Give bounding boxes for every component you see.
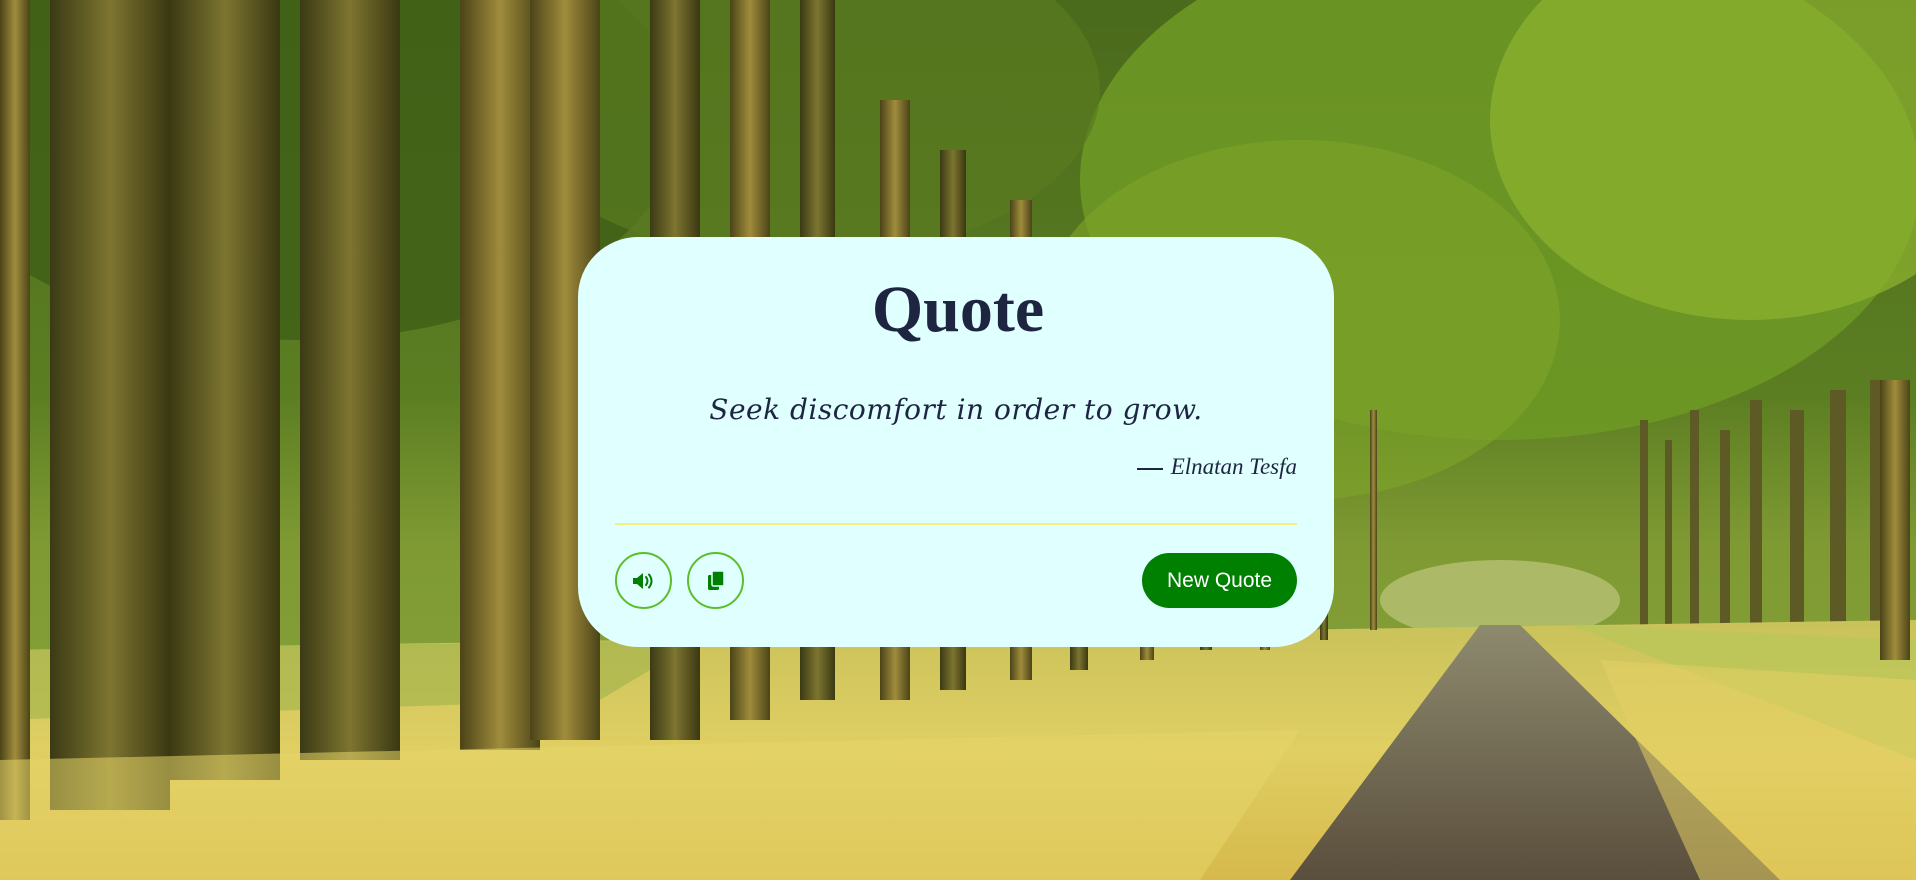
author-attribution: Elnatan Tesfa	[1136, 450, 1297, 484]
quote-text: Seek discomfort in order to grow.	[709, 393, 1203, 426]
author-name: Elnatan Tesfa	[1170, 454, 1297, 479]
speak-button[interactable]	[615, 552, 672, 609]
author-dash	[1136, 468, 1163, 470]
copy-button[interactable]	[687, 552, 744, 609]
copy-icon	[707, 569, 725, 592]
card-title: Quote	[871, 273, 1045, 346]
divider	[615, 523, 1297, 525]
speaker-icon	[632, 571, 656, 591]
new-quote-button[interactable]: New Quote	[1142, 553, 1297, 608]
